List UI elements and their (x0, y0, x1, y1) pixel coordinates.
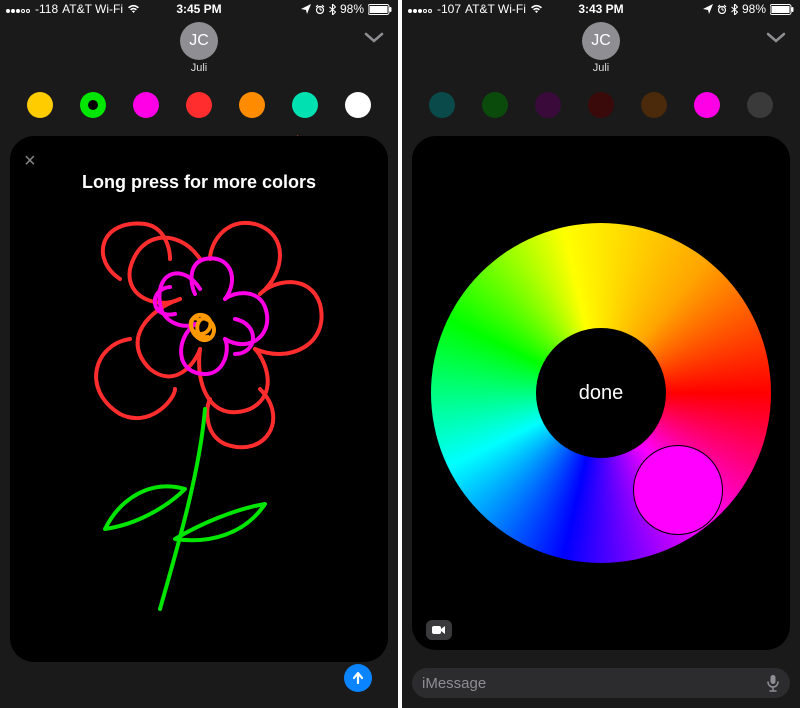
chat-header: JC Juli (0, 18, 398, 84)
color-swatch-red-dim[interactable] (588, 92, 614, 118)
done-label: done (579, 382, 624, 405)
video-camera-icon (432, 625, 446, 635)
color-palette (0, 84, 398, 132)
send-button[interactable] (344, 664, 372, 692)
camera-button[interactable] (426, 620, 452, 640)
avatar[interactable]: JC (180, 22, 218, 60)
color-swatch-yellow[interactable] (27, 92, 53, 118)
color-swatch-magenta[interactable] (133, 92, 159, 118)
contact-name: Juli (402, 62, 800, 74)
color-swatch-red[interactable] (186, 92, 212, 118)
left-screen: -118 AT&T Wi-Fi 3:45 PM 98% JC (0, 0, 398, 708)
flower-drawing (10, 136, 388, 662)
chat-header: JC Juli (402, 18, 800, 84)
color-swatch-magenta-dim[interactable] (535, 92, 561, 118)
color-swatch-teal-dim[interactable] (429, 92, 455, 118)
color-swatch-orange-dim[interactable] (641, 92, 667, 118)
chevron-down-icon[interactable] (766, 32, 786, 44)
status-bar: -107 AT&T Wi-Fi 3:43 PM 98% (402, 0, 800, 18)
color-swatch-orange[interactable] (239, 92, 265, 118)
status-bar: -118 AT&T Wi-Fi 3:45 PM 98% (0, 0, 398, 18)
avatar[interactable]: JC (582, 22, 620, 60)
message-input[interactable]: iMessage (412, 668, 790, 698)
color-picker-canvas[interactable]: done (412, 136, 790, 650)
status-time: 3:43 PM (402, 2, 800, 16)
color-picker-handle[interactable] (633, 445, 723, 535)
arrow-up-icon (351, 671, 365, 685)
contact-name: Juli (0, 62, 398, 74)
color-swatch-green[interactable] (80, 92, 106, 118)
color-palette (402, 84, 800, 132)
avatar-initials: JC (591, 32, 611, 50)
right-screen: -107 AT&T Wi-Fi 3:43 PM 98% JC (402, 0, 800, 708)
done-button[interactable]: done (536, 328, 666, 458)
message-placeholder: iMessage (422, 675, 486, 692)
status-time: 3:45 PM (0, 2, 398, 16)
color-swatch-teal[interactable] (292, 92, 318, 118)
chevron-down-icon[interactable] (364, 32, 384, 44)
color-wheel[interactable]: done (431, 223, 771, 563)
color-swatch-green-dim[interactable] (482, 92, 508, 118)
color-swatch-white[interactable] (345, 92, 371, 118)
color-swatch-gray-dim[interactable] (747, 92, 773, 118)
mic-icon[interactable] (766, 674, 780, 692)
drawing-canvas[interactable]: × Long press for more colors (10, 136, 388, 662)
color-swatch-magenta[interactable] (694, 92, 720, 118)
avatar-initials: JC (189, 32, 209, 50)
message-input-row: iMessage (402, 660, 800, 708)
